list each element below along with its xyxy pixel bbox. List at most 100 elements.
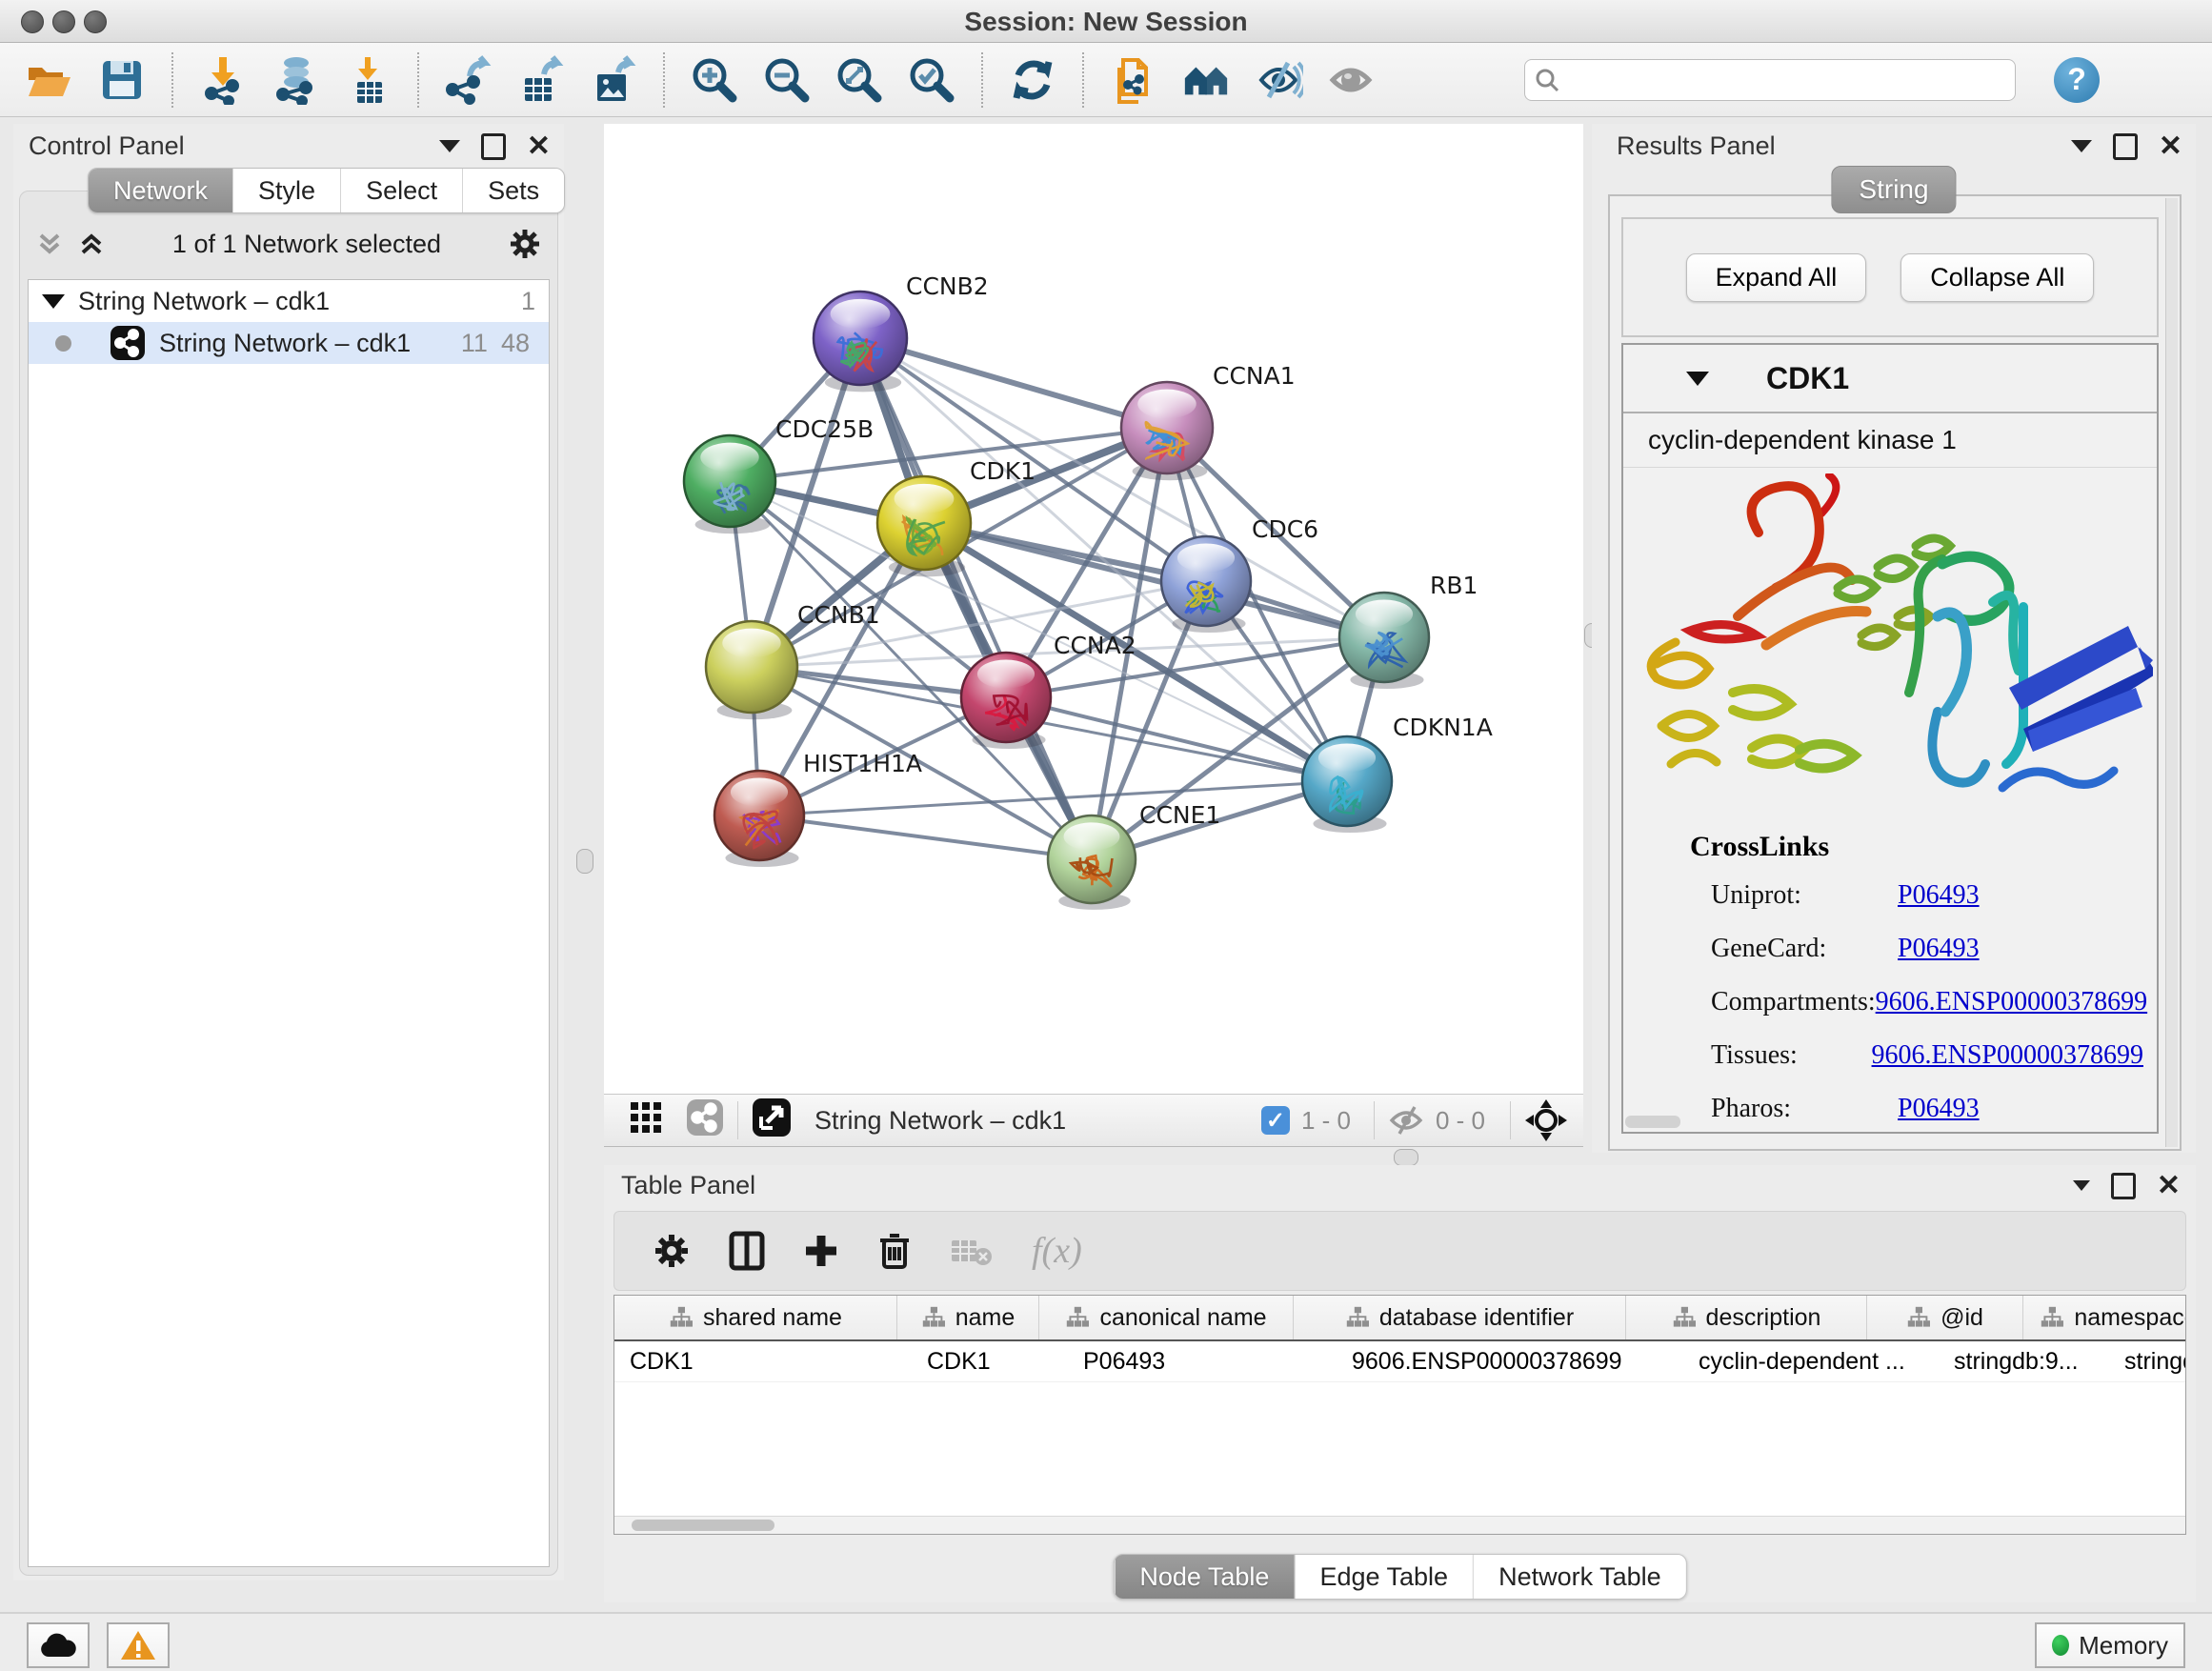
tab-sets[interactable]: Sets bbox=[462, 169, 564, 212]
export-network-button[interactable] bbox=[444, 55, 493, 105]
column-header-canonical-name[interactable]: canonical name bbox=[1039, 1296, 1294, 1339]
node-label-HIST1H1A: HIST1H1A bbox=[803, 750, 922, 777]
crosslink-link[interactable]: P06493 bbox=[1898, 934, 1980, 964]
selected-indicator-checkbox[interactable]: ✓ bbox=[1261, 1106, 1290, 1135]
memory-button[interactable]: Memory bbox=[2035, 1622, 2185, 1668]
horizontal-splitter-handle[interactable] bbox=[1394, 1149, 1418, 1166]
tab-select[interactable]: Select bbox=[340, 169, 462, 212]
first-neighbors-button[interactable] bbox=[1181, 55, 1231, 105]
network-node-CDKN1A[interactable]: CDKN1A bbox=[1302, 714, 1493, 833]
network-row-selected[interactable]: String Network – cdk1 11 48 bbox=[29, 322, 549, 364]
zoom-in-button[interactable] bbox=[690, 55, 739, 105]
open-session-button[interactable] bbox=[25, 55, 74, 105]
add-column-icon[interactable] bbox=[803, 1233, 839, 1269]
collection-count: 1 bbox=[521, 287, 535, 316]
table-cell[interactable]: stringdb:9... bbox=[1939, 1341, 2109, 1381]
expand-all-button[interactable]: Expand All bbox=[1686, 253, 1867, 302]
results-panel-float-button[interactable] bbox=[2113, 133, 2138, 160]
table-row[interactable]: CDK1CDK1P064939606.ENSP00000378699cyclin… bbox=[614, 1341, 2185, 1382]
table-panel-menu-arrow[interactable] bbox=[2073, 1180, 2090, 1191]
table-cell[interactable]: CDK1 bbox=[912, 1341, 1068, 1381]
collection-expander-icon[interactable] bbox=[42, 294, 65, 309]
hidden-eye-icon[interactable] bbox=[1388, 1104, 1424, 1137]
tab-network-table[interactable]: Network Table bbox=[1473, 1555, 1686, 1599]
results-vertical-scrollbar[interactable] bbox=[2165, 198, 2178, 1147]
detach-view-button[interactable] bbox=[752, 1097, 792, 1144]
show-columns-icon[interactable] bbox=[729, 1231, 765, 1271]
zoom-fit-button[interactable] bbox=[835, 55, 884, 105]
column-header-database-identifier[interactable]: database identifier bbox=[1294, 1296, 1626, 1339]
column-header-namespace[interactable]: namespace bbox=[2023, 1296, 2186, 1339]
table-horizontal-scrollbar[interactable] bbox=[614, 1516, 2185, 1534]
show-grid-button[interactable] bbox=[627, 1098, 665, 1143]
crosslink-link[interactable]: P06493 bbox=[1898, 1094, 1980, 1124]
results-panel-menu-arrow[interactable] bbox=[2071, 140, 2092, 152]
help-button[interactable]: ? bbox=[2054, 57, 2100, 103]
show-hide-graphics-button[interactable] bbox=[1254, 55, 1303, 105]
grey-eye-button[interactable] bbox=[1326, 55, 1376, 105]
column-header-shared-name[interactable]: shared name bbox=[614, 1296, 897, 1339]
tab-style[interactable]: Style bbox=[232, 169, 340, 212]
table-panel-close-button[interactable]: ✕ bbox=[2157, 1177, 2181, 1196]
crosslink-link[interactable]: P06493 bbox=[1898, 880, 1980, 911]
collapse-all-networks-icon[interactable] bbox=[35, 230, 64, 258]
warnings-button[interactable] bbox=[107, 1622, 170, 1668]
search-input[interactable] bbox=[1559, 66, 2005, 94]
network-canvas[interactable]: CCNB2CCNA1CDC25BCDK1CDC6RB1CCNB1CCNA2CDK… bbox=[604, 124, 1583, 1094]
save-session-button[interactable] bbox=[97, 55, 147, 105]
tab-edge-table[interactable]: Edge Table bbox=[1294, 1555, 1473, 1599]
apply-layout-button[interactable] bbox=[1008, 55, 1057, 105]
control-panel-close-button[interactable]: ✕ bbox=[527, 137, 551, 156]
column-header-@id[interactable]: @id bbox=[1867, 1296, 2023, 1339]
toolbar-separator bbox=[1510, 1101, 1511, 1139]
tab-network[interactable]: Network bbox=[89, 169, 232, 212]
node-label-CCNB1: CCNB1 bbox=[797, 601, 880, 629]
table-gear-icon[interactable] bbox=[653, 1232, 691, 1270]
left-splitter-handle[interactable] bbox=[576, 849, 593, 874]
import-network-icon bbox=[200, 55, 246, 105]
clone-network-button[interactable] bbox=[1109, 55, 1158, 105]
table-cell[interactable]: P06493 bbox=[1068, 1341, 1337, 1381]
network-panel-gear-icon[interactable] bbox=[508, 227, 542, 261]
import-table-from-file-button[interactable] bbox=[343, 55, 392, 105]
table-scrollbar-thumb[interactable] bbox=[632, 1520, 774, 1531]
network-view-share-button[interactable] bbox=[686, 1098, 724, 1143]
import-network-from-database-button[interactable] bbox=[271, 55, 320, 105]
network-collection-row[interactable]: String Network – cdk1 1 bbox=[29, 280, 549, 322]
zoom-selected-icon bbox=[907, 55, 956, 105]
cloud-button[interactable] bbox=[27, 1622, 90, 1668]
toolbar-search-field[interactable] bbox=[1524, 59, 2016, 101]
network-node-CCNB1[interactable]: CCNB1 bbox=[706, 601, 880, 719]
node-label-CDKN1A: CDKN1A bbox=[1393, 714, 1493, 741]
column-header-name[interactable]: name bbox=[897, 1296, 1039, 1339]
table-cell[interactable]: stringdb bbox=[2109, 1341, 2186, 1381]
results-horizontal-scroll-nub[interactable] bbox=[1625, 1116, 1680, 1128]
table-cell[interactable]: cyclin-dependent ... bbox=[1683, 1341, 1939, 1381]
crosslink-link[interactable]: 9606.ENSP00000378699 bbox=[1876, 987, 2147, 1017]
column-header-label: database identifier bbox=[1379, 1304, 1574, 1332]
gene-section-header[interactable]: CDK1 bbox=[1623, 345, 2157, 413]
export-image-button[interactable] bbox=[589, 55, 638, 105]
export-table-button[interactable] bbox=[516, 55, 566, 105]
expand-all-networks-icon[interactable] bbox=[77, 230, 106, 258]
zoom-selected-button[interactable] bbox=[907, 55, 956, 105]
birdseye-navigator-icon[interactable] bbox=[1524, 1098, 1568, 1142]
control-panel-menu-arrow[interactable] bbox=[439, 140, 460, 152]
control-panel: Control Panel ✕ 1 of 1 Network selected bbox=[13, 124, 564, 1580]
tab-string[interactable]: String bbox=[1831, 166, 1956, 213]
crosslink-link[interactable]: 9606.ENSP00000378699 bbox=[1872, 1040, 2143, 1071]
table-cell[interactable]: CDK1 bbox=[614, 1341, 912, 1381]
zoom-out-button[interactable] bbox=[762, 55, 812, 105]
network-node-RB1[interactable]: RB1 bbox=[1339, 572, 1478, 689]
delete-column-icon[interactable] bbox=[877, 1231, 912, 1271]
gene-collapse-icon[interactable] bbox=[1686, 372, 1709, 386]
control-panel-float-button[interactable] bbox=[481, 133, 506, 160]
network-node-CCNA1[interactable]: CCNA1 bbox=[1121, 362, 1296, 480]
tab-node-table[interactable]: Node Table bbox=[1114, 1555, 1294, 1599]
collapse-all-button[interactable]: Collapse All bbox=[1900, 253, 2094, 302]
results-panel-close-button[interactable]: ✕ bbox=[2159, 137, 2182, 156]
column-header-description[interactable]: description bbox=[1626, 1296, 1867, 1339]
import-network-from-file-button[interactable] bbox=[198, 55, 248, 105]
table-panel-float-button[interactable] bbox=[2111, 1173, 2136, 1199]
table-cell[interactable]: 9606.ENSP00000378699 bbox=[1337, 1341, 1683, 1381]
